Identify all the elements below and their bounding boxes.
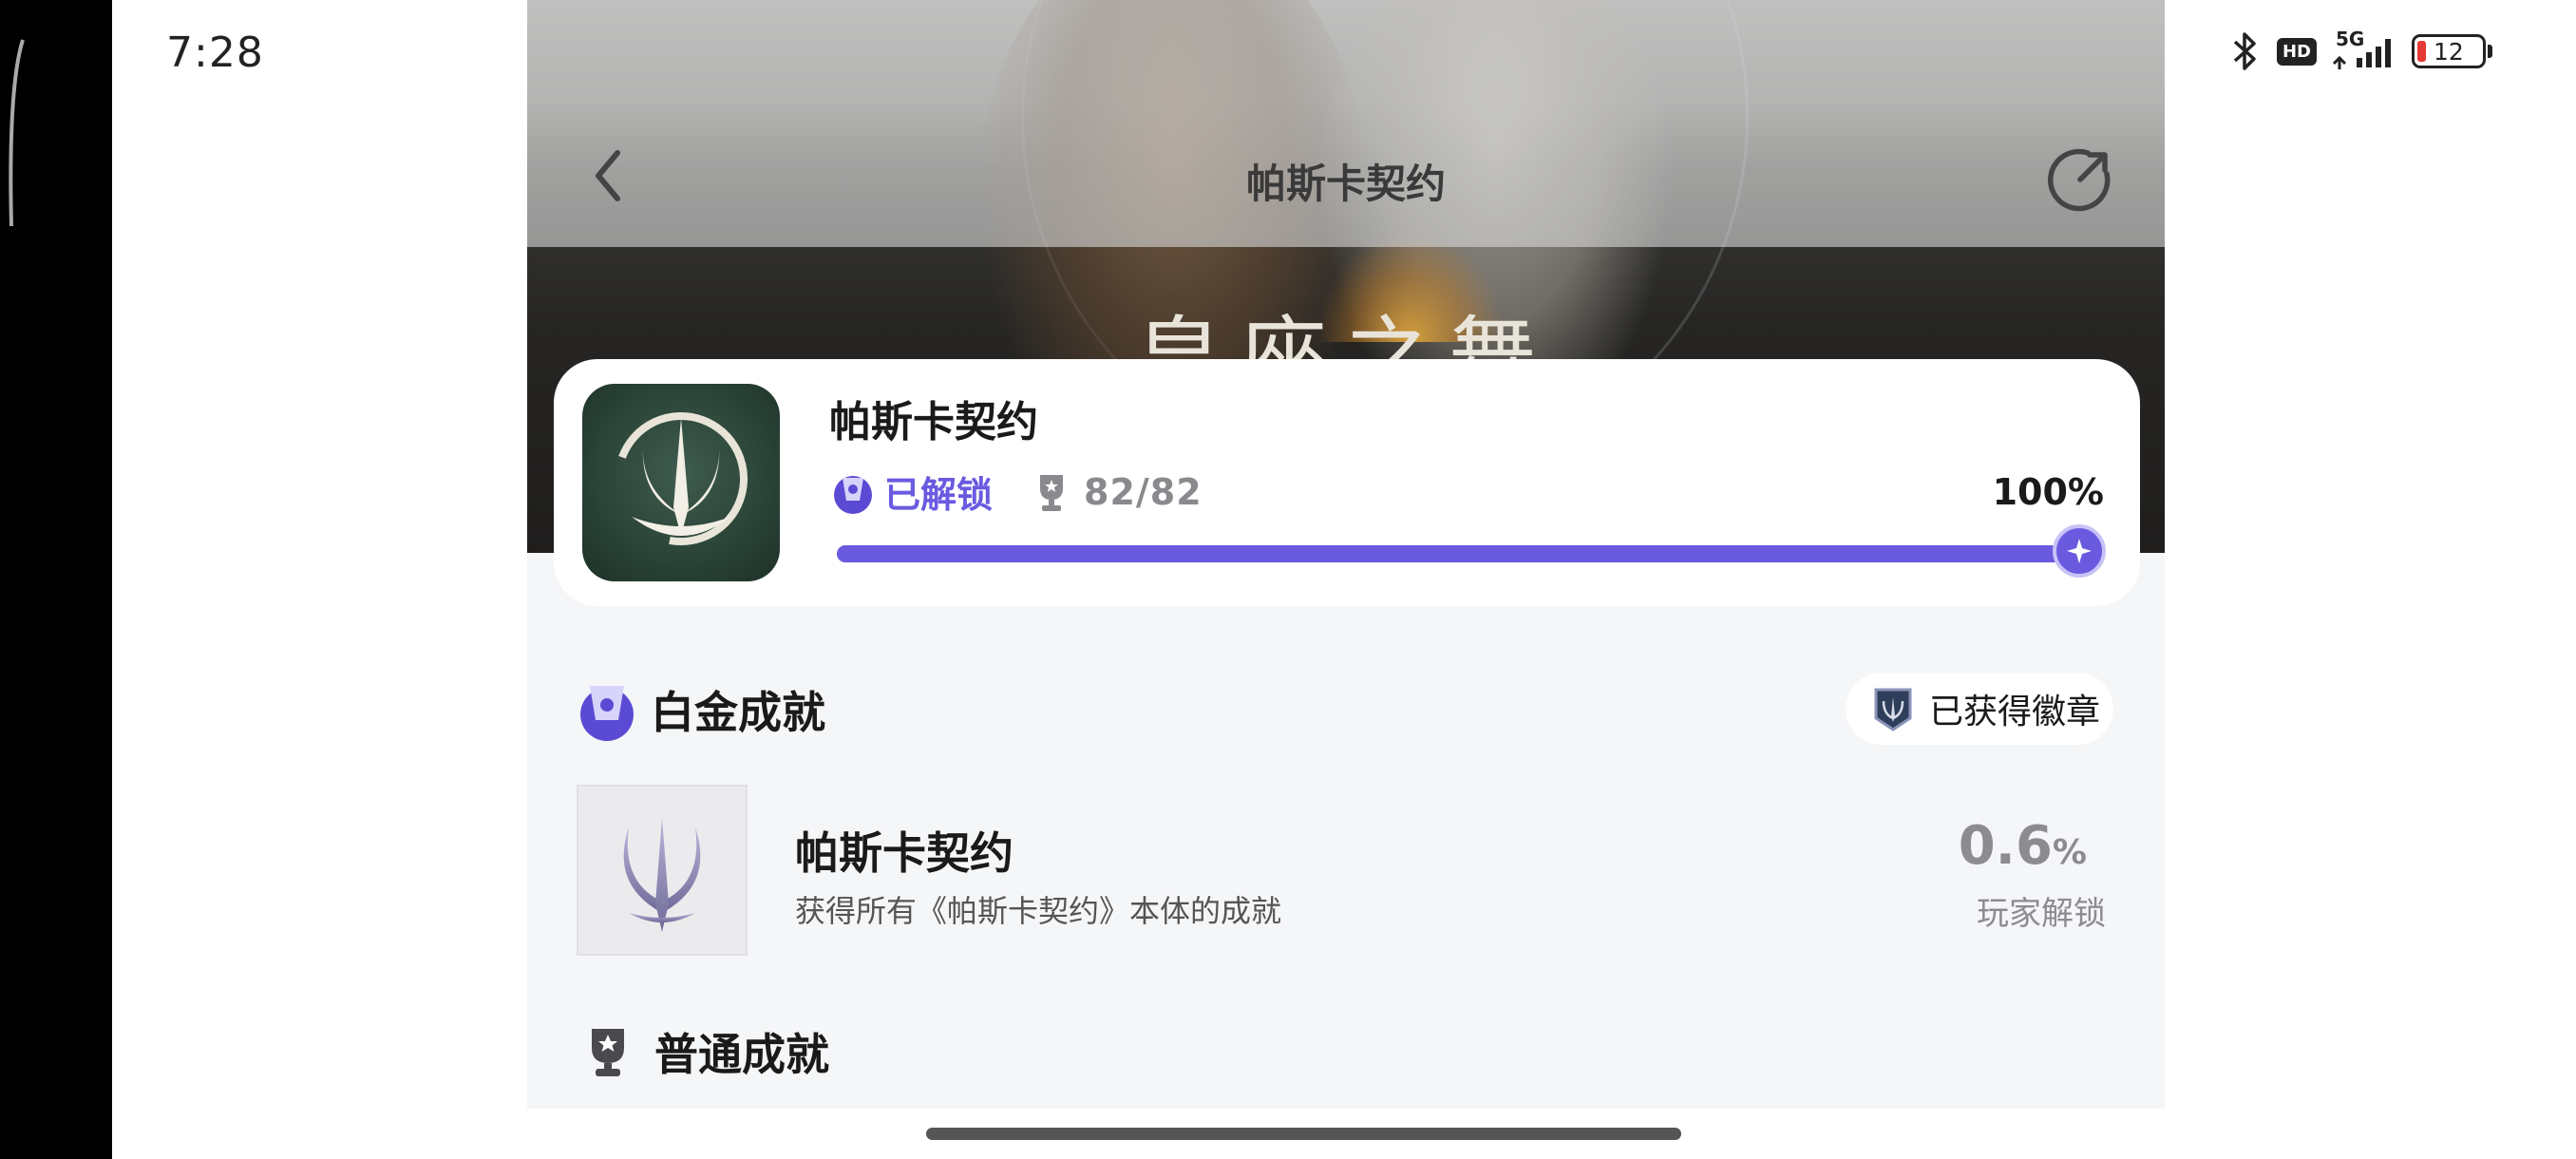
page-title: 帕斯卡契约 (1245, 161, 1446, 207)
status-time: 7:28 (166, 28, 264, 77)
normal-section-title: 普通成就 (654, 1029, 829, 1080)
platinum-section-title: 白金成就 (651, 687, 825, 738)
battery-fill (2417, 41, 2426, 62)
achievement-icon (577, 785, 748, 956)
earned-badge-label: 已获得徽章 (1929, 693, 2101, 732)
game-name: 帕斯卡契约 (829, 398, 1038, 446)
completion-percent: 100% (1992, 471, 2104, 513)
platinum-section-header: 白金成就 (577, 676, 825, 743)
app-screen: 皇座之舞 帕斯卡契约 帕斯卡契约 已解锁 82/82 100% 白金成就 已获得… (527, 0, 2165, 1109)
edge-curve (9, 39, 25, 227)
home-indicator[interactable] (926, 1128, 1681, 1140)
unlock-rate: 0.6% (1959, 815, 2087, 877)
status-icons: HD 5G 12 (2226, 28, 2492, 72)
unlock-status: 已解锁 82/82 (831, 466, 1203, 518)
game-emblem-icon (623, 818, 701, 932)
unlock-label: 已解锁 (884, 474, 994, 516)
signal-icon: 5G (2330, 28, 2398, 71)
unlock-rate-label: 玩家解锁 (1977, 895, 2106, 933)
game-summary-card: 帕斯卡契约 已解锁 82/82 100% (554, 359, 2140, 606)
achievement-description: 获得所有《帕斯卡契约》本体的成就 (795, 893, 1282, 929)
trophy-icon (1040, 474, 1064, 511)
battery-level: 12 (2434, 37, 2464, 66)
hd-icon: HD (2276, 37, 2317, 66)
trophy-count: 82/82 (1084, 470, 1203, 513)
normal-section-header: 普通成就 (586, 1020, 829, 1083)
progress-fill (837, 545, 2100, 562)
achievement-item[interactable]: 帕斯卡契约 获得所有《帕斯卡契约》本体的成就 0.6% 玩家解锁 (577, 785, 2115, 956)
earned-badge-button[interactable]: 已获得徽章 (1846, 673, 2113, 745)
achievement-title: 帕斯卡契约 (795, 827, 1013, 879)
progress-bar (837, 524, 2106, 578)
trophy-icon (592, 1029, 624, 1076)
badge-icon (1874, 688, 1912, 732)
share-icon (2048, 148, 2111, 212)
battery-cap (2488, 45, 2492, 58)
game-icon (582, 384, 780, 581)
progress-star-icon (2053, 524, 2106, 578)
device-edge (0, 0, 112, 1159)
platinum-trophy-icon (580, 686, 634, 741)
unlock-rate-unit: % (2052, 833, 2087, 872)
platinum-trophy-icon (834, 475, 872, 514)
header-bar (527, 0, 2165, 247)
battery-icon: 12 (2412, 34, 2486, 68)
game-emblem-icon (615, 412, 748, 545)
share-button[interactable] (2045, 142, 2117, 215)
unlock-rate-value: 0.6 (1958, 815, 2053, 877)
bluetooth-icon (2233, 32, 2256, 70)
